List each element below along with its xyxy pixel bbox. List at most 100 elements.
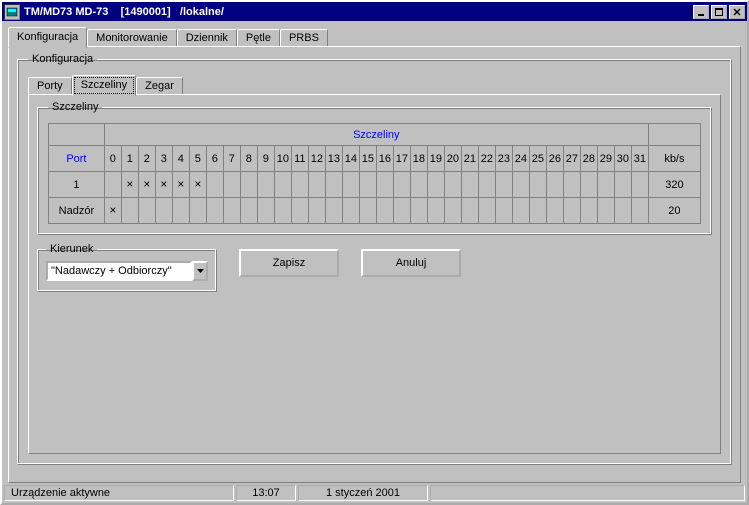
slot-cell[interactable] <box>444 198 461 224</box>
close-button[interactable] <box>729 5 745 19</box>
slot-cell[interactable] <box>410 172 427 198</box>
slot-cell[interactable] <box>614 198 631 224</box>
maximize-button[interactable] <box>711 5 727 19</box>
slot-cell[interactable] <box>376 198 393 224</box>
slot-cell[interactable] <box>274 198 291 224</box>
slot-header-6: 6 <box>206 146 223 172</box>
tab-porty[interactable]: Porty <box>28 77 72 95</box>
slot-cell[interactable]: × <box>172 172 189 198</box>
slot-cell[interactable] <box>274 172 291 198</box>
tab-dziennik[interactable]: Dziennik <box>177 29 237 47</box>
slot-header-27: 27 <box>563 146 580 172</box>
slot-cell[interactable] <box>223 172 240 198</box>
slot-cell[interactable] <box>529 172 546 198</box>
tab-zegar[interactable]: Zegar <box>136 77 183 95</box>
slot-cell[interactable] <box>291 172 308 198</box>
group-kierunek: Kierunek "Nadawczy + Odbiorczy" <box>37 243 217 292</box>
slot-cell[interactable] <box>580 172 597 198</box>
slot-cell[interactable] <box>257 172 274 198</box>
table-header-kbs: kb/s <box>648 146 700 172</box>
slot-cell[interactable] <box>580 198 597 224</box>
slot-cell[interactable] <box>546 172 563 198</box>
slot-header-23: 23 <box>495 146 512 172</box>
slot-cell[interactable] <box>461 198 478 224</box>
tab-szczeliny[interactable]: Szczeliny <box>72 75 136 96</box>
slot-cell[interactable] <box>308 198 325 224</box>
slot-cell[interactable] <box>189 198 206 224</box>
slot-cell[interactable] <box>478 172 495 198</box>
tab-prbs[interactable]: PRBS <box>280 29 328 47</box>
slot-cell[interactable] <box>529 198 546 224</box>
slot-cell[interactable] <box>597 198 614 224</box>
titlebar[interactable]: TM/MD73 MD-73 [1490001] /lokalne/ <box>2 2 747 21</box>
slot-cell[interactable] <box>393 172 410 198</box>
slot-cell[interactable] <box>342 198 359 224</box>
slot-cell[interactable] <box>495 172 512 198</box>
slot-cell[interactable] <box>563 172 580 198</box>
slot-header-4: 4 <box>172 146 189 172</box>
kierunek-combo[interactable]: "Nadawczy + Odbiorczy" <box>46 261 208 281</box>
slot-cell[interactable] <box>257 198 274 224</box>
slot-cell[interactable]: × <box>121 172 138 198</box>
slot-header-3: 3 <box>155 146 172 172</box>
slot-cell[interactable] <box>393 198 410 224</box>
tab-petle[interactable]: Pętle <box>237 29 280 47</box>
slot-cell[interactable] <box>444 172 461 198</box>
slot-cell[interactable] <box>512 198 529 224</box>
slot-cell[interactable] <box>359 172 376 198</box>
slot-cell[interactable] <box>376 172 393 198</box>
slot-cell[interactable] <box>410 198 427 224</box>
slot-cell[interactable] <box>206 172 223 198</box>
slot-cell[interactable] <box>427 198 444 224</box>
slot-header-31: 31 <box>631 146 648 172</box>
slot-cell[interactable] <box>478 198 495 224</box>
cancel-button[interactable]: Anuluj <box>361 249 461 277</box>
slot-cell[interactable] <box>172 198 189 224</box>
main-tabpanel: Konfiguracja Porty Szczeliny Zegar Szcze… <box>8 46 741 483</box>
slot-cell[interactable] <box>240 198 257 224</box>
x-mark-icon: × <box>143 177 150 191</box>
slot-cell[interactable] <box>427 172 444 198</box>
slot-cell[interactable] <box>308 172 325 198</box>
slot-cell[interactable]: × <box>189 172 206 198</box>
slot-cell[interactable] <box>121 198 138 224</box>
slot-cell[interactable] <box>495 198 512 224</box>
table-row: 1×××××320 <box>49 172 701 198</box>
slot-cell[interactable] <box>359 198 376 224</box>
slot-cell[interactable] <box>631 172 648 198</box>
slot-cell[interactable] <box>325 198 342 224</box>
slot-cell[interactable] <box>563 198 580 224</box>
slot-cell[interactable] <box>138 198 155 224</box>
table-header-port: Port <box>49 146 105 172</box>
slot-cell[interactable] <box>291 198 308 224</box>
row-kbs: 20 <box>648 198 700 224</box>
slot-cell[interactable] <box>206 198 223 224</box>
slot-cell[interactable] <box>223 198 240 224</box>
slot-cell[interactable] <box>631 198 648 224</box>
slot-cell[interactable] <box>597 172 614 198</box>
slot-cell[interactable] <box>240 172 257 198</box>
tab-konfiguracja[interactable]: Konfiguracja <box>8 27 87 48</box>
slot-cell[interactable]: × <box>104 198 121 224</box>
slot-cell[interactable] <box>325 172 342 198</box>
slot-cell[interactable]: × <box>138 172 155 198</box>
slot-cell[interactable] <box>461 172 478 198</box>
slot-cell[interactable] <box>546 198 563 224</box>
tab-monitorowanie[interactable]: Monitorowanie <box>87 29 177 47</box>
slot-header-25: 25 <box>529 146 546 172</box>
minimize-button[interactable] <box>693 5 709 19</box>
save-button[interactable]: Zapisz <box>239 249 339 277</box>
controls-row: Kierunek "Nadawczy + Odbiorczy" Zapisz A… <box>37 243 712 298</box>
slot-cell[interactable]: × <box>155 172 172 198</box>
slot-header-9: 9 <box>257 146 274 172</box>
slot-cell[interactable] <box>614 172 631 198</box>
x-mark-icon: × <box>194 177 201 191</box>
szczeliny-table: Szczeliny Port 0123456789101112131415161… <box>48 123 701 224</box>
status-text: Urządzenie aktywne <box>4 485 234 501</box>
slot-cell[interactable] <box>342 172 359 198</box>
slot-header-29: 29 <box>597 146 614 172</box>
slot-cell[interactable] <box>155 198 172 224</box>
slot-cell[interactable] <box>104 172 121 198</box>
chevron-down-icon[interactable] <box>192 261 208 281</box>
slot-cell[interactable] <box>512 172 529 198</box>
